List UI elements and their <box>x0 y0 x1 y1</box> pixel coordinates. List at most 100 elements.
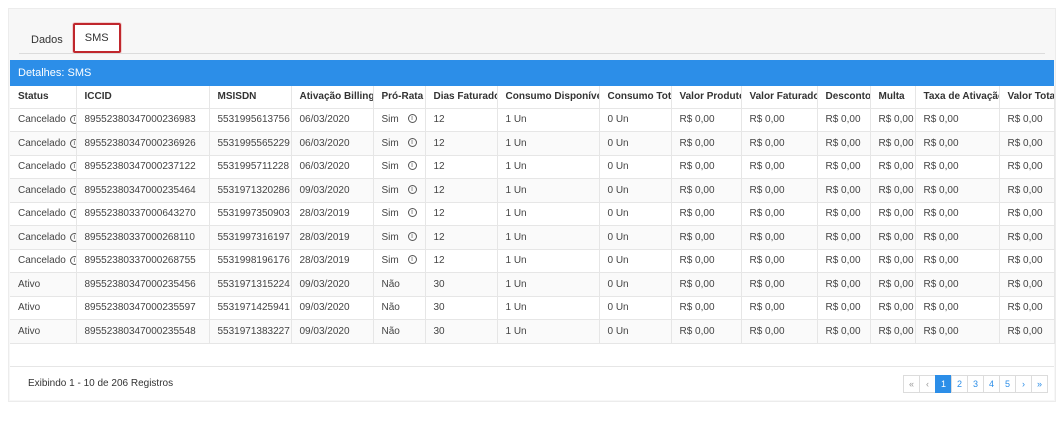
taxa-value: R$ 0,00 <box>923 161 959 173</box>
cell-prorata: Sim i <box>373 249 426 273</box>
cell-total: 0 Un <box>599 225 672 250</box>
column-header[interactable]: Pró-Rata <box>373 86 426 109</box>
page-2-button[interactable]: 2 <box>951 375 968 393</box>
msisdn-value: 5531971425941 <box>217 302 290 314</box>
vfat-value: R$ 0,00 <box>749 137 785 149</box>
column-header[interactable]: ICCID <box>76 86 210 109</box>
cell-prorata: Não <box>373 319 426 344</box>
column-header[interactable]: MSISDN <box>209 86 292 109</box>
table-row[interactable]: Cancelado i 89552380347000235464 5531971320… <box>10 178 1055 203</box>
info-icon[interactable]: i <box>69 185 75 195</box>
info-icon[interactable]: i <box>407 231 417 241</box>
page-last-button[interactable]: » <box>1031 375 1048 393</box>
desc-value: R$ 0,00 <box>825 161 861 173</box>
table-row[interactable]: Cancelado i 89552380337000268755 5531998196… <box>10 249 1055 273</box>
cell-iccid: 89552380347000235548 <box>76 319 210 344</box>
page-4-button[interactable]: 4 <box>983 375 1000 393</box>
prorata-value: Sim <box>381 255 399 267</box>
cell-vfat: R$ 0,00 <box>741 225 818 250</box>
cell-msisdn: 5531971383227 <box>209 319 292 344</box>
column-header[interactable]: Consumo Total <box>599 86 672 109</box>
desc-value: R$ 0,00 <box>825 325 861 337</box>
column-header[interactable]: Valor Produto <box>671 86 742 109</box>
page-3-button[interactable]: 3 <box>967 375 984 393</box>
info-icon[interactable]: i <box>407 208 417 218</box>
column-header[interactable]: Valor Total <box>999 86 1055 109</box>
cell-msisdn: 5531995711228 <box>209 155 292 179</box>
page-1-button[interactable]: 1 <box>935 375 952 393</box>
detail-title: Detalhes: SMS <box>10 60 1054 86</box>
cell-dias: 12 <box>425 225 498 250</box>
info-icon[interactable]: i <box>407 255 417 265</box>
cell-ativacao: 09/03/2020 <box>291 272 374 297</box>
column-header[interactable]: Consumo Disponível <box>497 86 600 109</box>
info-icon[interactable]: i <box>69 232 75 242</box>
table-row[interactable]: Cancelado i 89552380347000237122 5531995711… <box>10 155 1055 179</box>
cell-ativacao: 06/03/2020 <box>291 131 374 156</box>
iccid-value: 89552380347000236983 <box>84 114 196 126</box>
tab-dados[interactable]: Dados <box>21 27 73 53</box>
cell-disp: 1 Un <box>497 249 600 273</box>
vprod-value: R$ 0,00 <box>679 231 715 243</box>
column-header[interactable]: Ativação Billing <box>291 86 374 109</box>
cell-prorata: Sim i <box>373 225 426 250</box>
info-icon[interactable]: i <box>69 115 75 125</box>
table-row[interactable]: Cancelado i 89552380347000236983 5531995613… <box>10 108 1055 132</box>
info-icon[interactable]: i <box>69 209 75 219</box>
vprod-value: R$ 0,00 <box>679 208 715 220</box>
table-row[interactable]: Cancelado i 89552380347000236926 5531995565… <box>10 131 1055 156</box>
vfat-value: R$ 0,00 <box>749 114 785 126</box>
iccid-value: 89552380347000237122 <box>84 161 196 173</box>
table-row[interactable]: Cancelado i 89552380337000643270 5531997350… <box>10 202 1055 226</box>
tab-sms[interactable]: SMS <box>72 23 121 53</box>
cell-vfat: R$ 0,00 <box>741 108 818 132</box>
info-icon[interactable]: i <box>407 161 417 171</box>
info-icon[interactable]: i <box>407 114 417 124</box>
table-row[interactable]: Ativo 89552380347000235597 5531971425941 09… <box>10 296 1055 320</box>
info-icon[interactable]: i <box>407 137 417 147</box>
cell-vtotal: R$ 0,00 <box>999 272 1055 297</box>
cell-dias: 12 <box>425 202 498 226</box>
msisdn-value: 5531995565229 <box>217 137 290 149</box>
page-5-button[interactable]: 5 <box>999 375 1016 393</box>
column-header[interactable]: Valor Faturado <box>741 86 818 109</box>
table-row[interactable]: Ativo 89552380347000235548 5531971383227 09… <box>10 319 1055 344</box>
cell-desc: R$ 0,00 <box>817 225 871 250</box>
cell-total: 0 Un <box>599 155 672 179</box>
column-header[interactable]: Multa <box>870 86 916 109</box>
cell-vprod: R$ 0,00 <box>671 319 742 344</box>
info-icon[interactable]: i <box>69 138 75 148</box>
cell-disp: 1 Un <box>497 225 600 250</box>
table-row[interactable]: Ativo 89552380347000235456 5531971315224 09… <box>10 272 1055 297</box>
info-icon[interactable]: i <box>407 184 417 194</box>
info-icon[interactable]: i <box>69 256 75 266</box>
multa-value: R$ 0,00 <box>878 208 914 220</box>
vtotal-value: R$ 0,00 <box>1007 231 1043 243</box>
cell-vprod: R$ 0,00 <box>671 108 742 132</box>
cell-iccid: 89552380347000236926 <box>76 131 210 156</box>
table-row[interactable]: Cancelado i 89552380337000268110 5531997316… <box>10 225 1055 250</box>
tab-divider <box>19 53 1045 54</box>
tab-bar: Dados SMS <box>21 23 121 53</box>
cell-vfat: R$ 0,00 <box>741 155 818 179</box>
page-next-button[interactable]: › <box>1015 375 1032 393</box>
dias-value: 12 <box>433 255 445 267</box>
column-header[interactable]: Dias Faturados <box>425 86 498 109</box>
column-header[interactable]: Status <box>10 86 77 109</box>
vprod-value: R$ 0,00 <box>679 114 715 126</box>
iccid-value: 89552380347000235456 <box>84 278 196 290</box>
page-first-button[interactable]: « <box>903 375 920 393</box>
vprod-value: R$ 0,00 <box>679 137 715 149</box>
page-prev-button[interactable]: ‹ <box>919 375 936 393</box>
info-icon[interactable]: i <box>69 162 75 172</box>
column-header[interactable]: Desconto <box>817 86 871 109</box>
desc-value: R$ 0,00 <box>825 137 861 149</box>
cell-disp: 1 Un <box>497 155 600 179</box>
cell-taxa: R$ 0,00 <box>915 108 1000 132</box>
cell-msisdn: 5531971425941 <box>209 296 292 320</box>
status-value: Cancelado <box>18 255 66 267</box>
column-header[interactable]: Taxa de Ativação <box>915 86 1000 109</box>
sms-table: Status ICCID MSISDN Ativação Billing Pró-Rat… <box>10 86 1055 344</box>
multa-value: R$ 0,00 <box>878 231 914 243</box>
vtotal-value: R$ 0,00 <box>1007 255 1043 267</box>
